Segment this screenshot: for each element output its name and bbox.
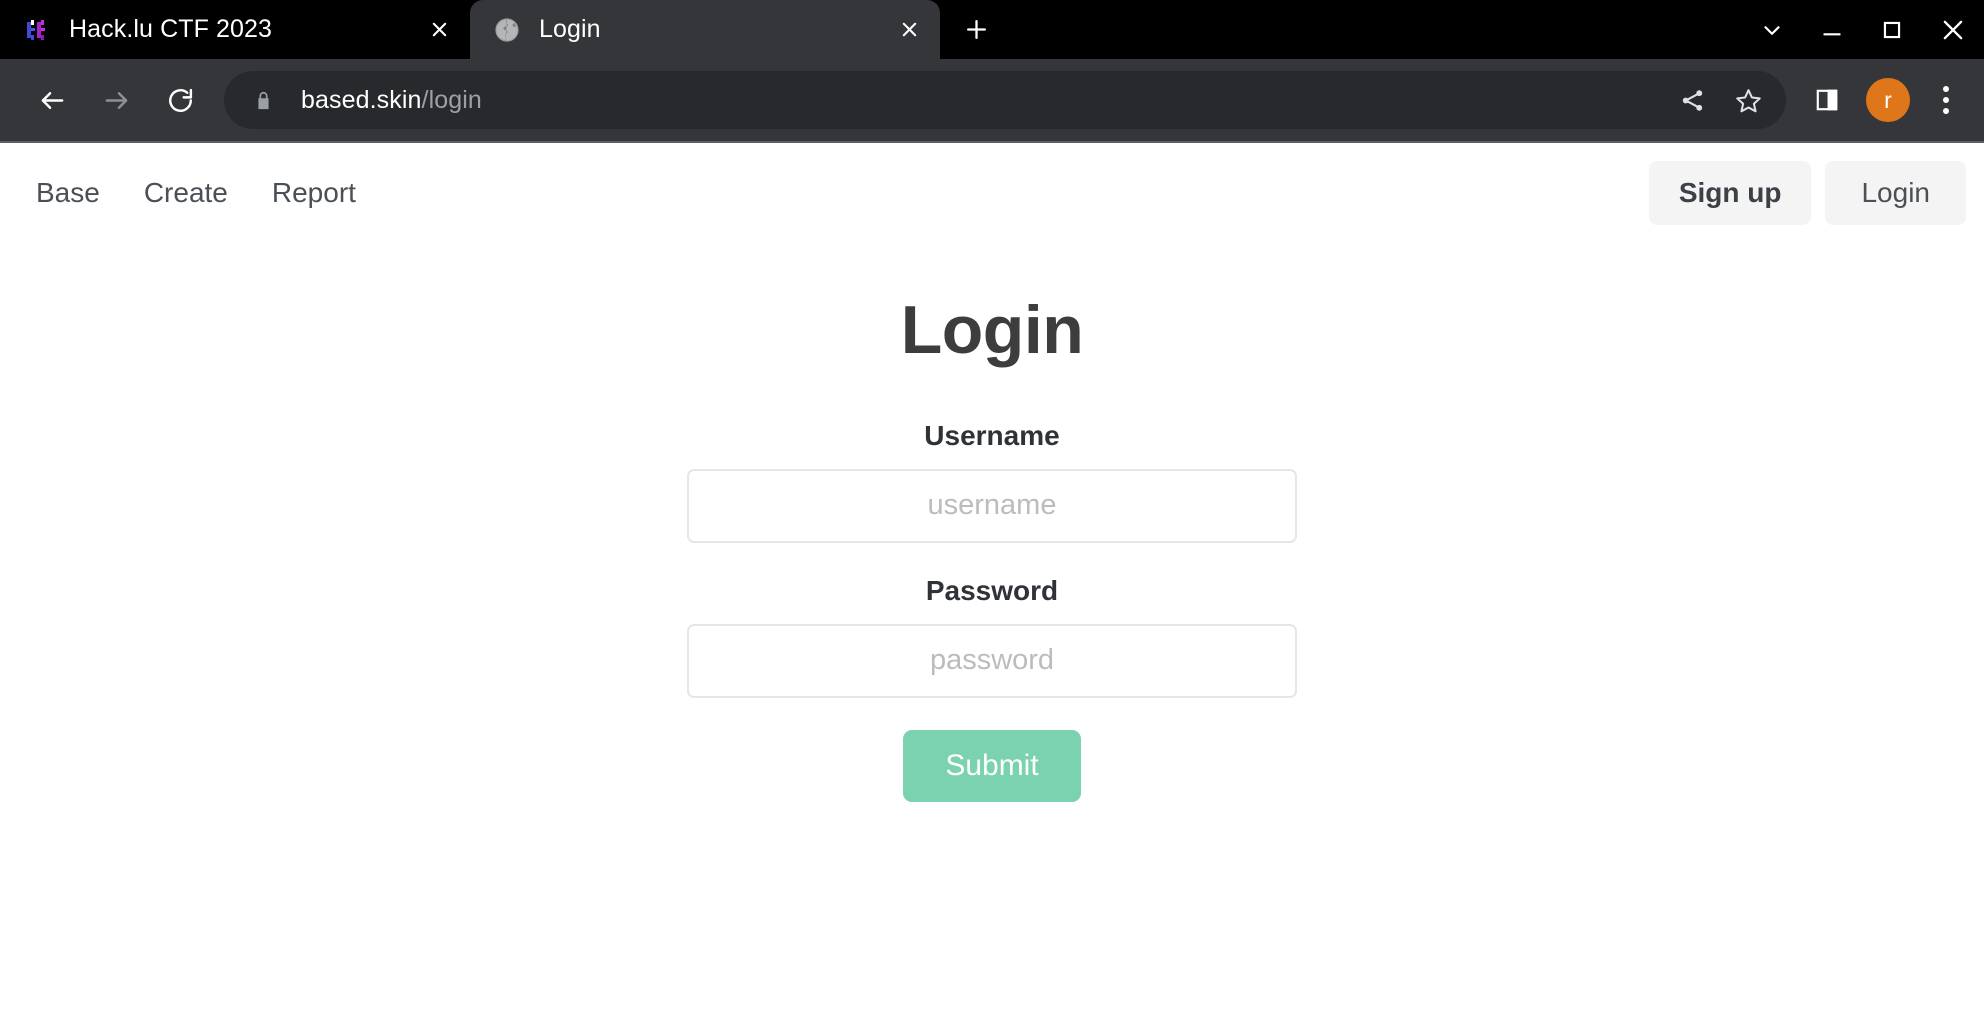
password-label: Password [925, 574, 1059, 606]
submit-row: Submit [687, 729, 1297, 802]
hacklu-logo-icon [24, 17, 50, 43]
avatar[interactable]: r [1866, 78, 1910, 122]
back-arrow-icon[interactable] [24, 72, 80, 128]
reload-icon[interactable] [152, 72, 208, 128]
lock-icon [250, 87, 276, 113]
side-panel-icon[interactable] [1800, 73, 1854, 127]
share-icon[interactable] [1664, 72, 1720, 128]
tab-title: Hack.lu CTF 2023 [69, 15, 273, 43]
tab-strip: Hack.lu CTF 2023 Login [0, 0, 1984, 59]
url-domain: based.skin [301, 85, 422, 114]
submit-button[interactable]: Submit [903, 729, 1081, 802]
username-field-group: Username [687, 420, 1297, 543]
toolbar-right-actions: r [1800, 73, 1970, 127]
star-icon[interactable] [1720, 72, 1776, 128]
close-tab-icon[interactable] [888, 9, 930, 51]
password-field-group: Password [687, 575, 1297, 698]
close-window-icon[interactable] [1922, 0, 1984, 59]
site-navigation: Base Create Report Sign up Login [0, 143, 1984, 243]
browser-toolbar: based.skin/login r [0, 59, 1984, 143]
nav-link-report[interactable]: Report [250, 167, 378, 219]
sign-up-button[interactable]: Sign up [1648, 160, 1812, 226]
login-form: Username Password Submit [687, 368, 1297, 802]
close-tab-icon[interactable] [418, 9, 460, 51]
address-bar[interactable]: based.skin/login [224, 71, 1786, 129]
tab-title: Login [539, 15, 601, 43]
login-page-content: Login Username Password Submit [0, 243, 1984, 802]
username-input[interactable] [687, 468, 1297, 543]
new-tab-button[interactable] [952, 5, 1000, 53]
browser-tab-hacklu[interactable]: Hack.lu CTF 2023 [0, 0, 470, 59]
avatar-initial: r [1884, 86, 1892, 113]
window-controls [1742, 0, 1984, 59]
globe-icon [494, 17, 520, 43]
nav-link-base[interactable]: Base [14, 167, 122, 219]
username-label: Username [924, 419, 1060, 451]
page-viewport: Base Create Report Sign up Login Login U… [0, 143, 1984, 1030]
browser-window: Hack.lu CTF 2023 Login based.skin/login … [0, 0, 1984, 1030]
nav-links: Base Create Report [14, 167, 378, 219]
login-button[interactable]: Login [1825, 160, 1966, 226]
url-text: based.skin/login [301, 86, 1664, 115]
maximize-icon[interactable] [1862, 0, 1922, 59]
nav-link-create[interactable]: Create [122, 167, 250, 219]
browser-tab-login[interactable]: Login [470, 0, 940, 59]
auth-buttons: Sign up Login [1648, 160, 1966, 226]
three-dot-menu-icon[interactable] [1922, 73, 1970, 127]
page-title: Login [900, 292, 1084, 368]
url-path: /login [421, 85, 482, 114]
password-input[interactable] [687, 623, 1297, 698]
tab-search-chevron-icon[interactable] [1742, 0, 1802, 59]
minimize-icon[interactable] [1802, 0, 1862, 59]
forward-arrow-icon[interactable] [88, 72, 144, 128]
